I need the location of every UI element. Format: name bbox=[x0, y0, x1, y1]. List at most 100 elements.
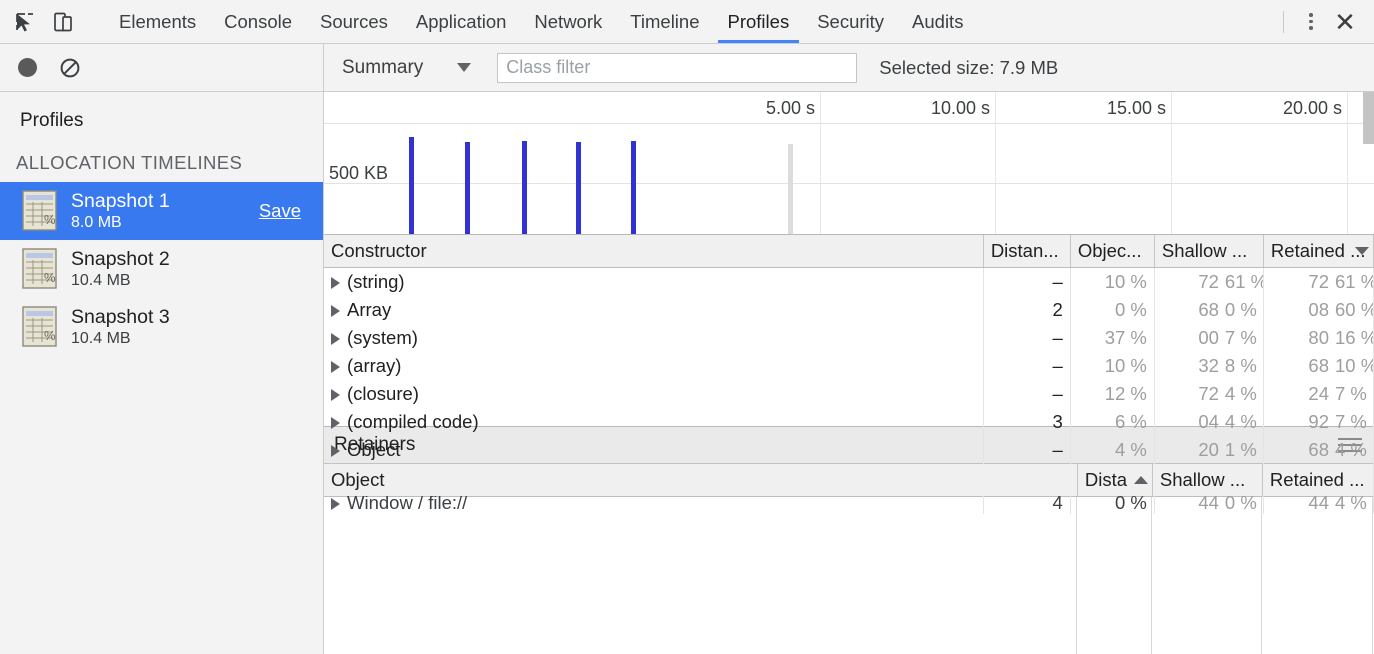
overview-y-axis-label: 500 KB bbox=[329, 163, 389, 183]
row-retained-pct: 4 % bbox=[1335, 439, 1367, 460]
row-retained-value: 92 bbox=[1308, 411, 1329, 432]
tab-sources[interactable]: Sources bbox=[306, 0, 402, 43]
row-constructor-name[interactable]: Array bbox=[324, 296, 984, 324]
snapshot-1-name: Snapshot 1 bbox=[71, 189, 170, 212]
row-retained-pct: 16 % bbox=[1335, 327, 1374, 348]
tab-application[interactable]: Application bbox=[402, 0, 521, 43]
row-retained-size: 68 10 % bbox=[1263, 352, 1374, 380]
save-link[interactable]: Save bbox=[259, 200, 309, 222]
tab-security[interactable]: Security bbox=[803, 0, 898, 43]
view-selector[interactable]: Summary bbox=[342, 57, 481, 79]
expand-triangle-icon[interactable] bbox=[331, 445, 340, 457]
snapshot-1-size: 8.0 MB bbox=[71, 213, 122, 231]
record-icon[interactable] bbox=[18, 58, 37, 77]
column-header-retainer-distance[interactable]: Dista bbox=[1077, 463, 1153, 497]
allocation-bar-collected bbox=[788, 144, 793, 234]
profiles-main: 5.00 s 10.00 s 15.00 s 20.00 s 25.00 s 3… bbox=[324, 92, 1374, 654]
constructor-label: (compiled code) bbox=[347, 411, 479, 432]
expand-triangle-icon[interactable] bbox=[331, 361, 340, 373]
row-constructor-name[interactable]: (closure) bbox=[324, 380, 984, 408]
devtools-window: Elements Console Sources Application Net… bbox=[0, 0, 1374, 654]
column-header-retainer-retained[interactable]: Retained ... bbox=[1262, 463, 1374, 497]
row-distance: – bbox=[983, 324, 1071, 352]
row-shallow-value: 04 bbox=[1198, 411, 1219, 432]
expand-triangle-icon[interactable] bbox=[331, 277, 340, 289]
column-header-constructor[interactable]: Constructor bbox=[324, 235, 984, 268]
tab-console[interactable]: Console bbox=[210, 0, 306, 43]
row-objects-pct: 10 % bbox=[1070, 352, 1155, 380]
row-constructor-name[interactable]: (string) bbox=[324, 267, 984, 296]
expand-triangle-icon[interactable] bbox=[331, 498, 340, 510]
row-objects-pct: 0 % bbox=[1070, 296, 1155, 324]
table-row[interactable]: (array) – 10 % 32 8 % 68 10 % bbox=[324, 352, 1374, 380]
clear-icon[interactable] bbox=[59, 57, 81, 79]
expand-triangle-icon[interactable] bbox=[331, 417, 340, 429]
constructors-grid: Constructor Distan... Objec... Shallow .… bbox=[324, 235, 1374, 514]
table-row[interactable]: Array 2 0 % 68 0 % 08 60 % bbox=[324, 296, 1374, 324]
snapshot-2-text: Snapshot 2 10.4 MB bbox=[71, 248, 170, 290]
toggle-device-toolbar-icon[interactable] bbox=[48, 7, 78, 37]
table-row[interactable]: (compiled code) 3 6 % 04 4 % 92 7 % bbox=[324, 408, 1374, 436]
overview-plot-area: 500 KB bbox=[324, 124, 1374, 234]
row-constructor-name[interactable]: (array) bbox=[324, 352, 984, 380]
tab-audits[interactable]: Audits bbox=[898, 0, 977, 43]
expand-triangle-icon[interactable] bbox=[331, 333, 340, 345]
row-distance: – bbox=[983, 380, 1071, 408]
row-shallow-pct: 4 % bbox=[1224, 383, 1257, 404]
tab-profiles[interactable]: Profiles bbox=[714, 0, 804, 43]
row-shallow-size: 04 4 % bbox=[1154, 408, 1264, 436]
table-row[interactable]: (closure) – 12 % 72 4 % 24 7 % bbox=[324, 380, 1374, 408]
allocation-overview-chart[interactable]: 5.00 s 10.00 s 15.00 s 20.00 s 25.00 s 3… bbox=[324, 92, 1374, 235]
column-header-shallow-size[interactable]: Shallow ... bbox=[1154, 235, 1264, 268]
overview-tick-label: 15.00 s bbox=[1106, 98, 1166, 118]
column-header-objects[interactable]: Objec... bbox=[1070, 235, 1155, 268]
allocation-bar bbox=[409, 137, 414, 234]
allocation-bar bbox=[576, 142, 581, 234]
column-header-retained-size[interactable]: Retained ... bbox=[1263, 235, 1374, 268]
row-shallow-value: 20 bbox=[1198, 439, 1219, 460]
retainers-grid: Object Dista Shallow ... Retained ... bbox=[324, 463, 1374, 654]
column-header-object[interactable]: Object bbox=[324, 463, 1078, 497]
column-header-retainer-shallow[interactable]: Shallow ... bbox=[1152, 463, 1263, 497]
sidebar-item-snapshot-3[interactable]: % Snapshot 3 10.4 MB bbox=[0, 298, 323, 356]
profiles-toolbar: Summary Selected size: 7.9 MB bbox=[0, 44, 1374, 92]
profiles-body: Profiles ALLOCATION TIMELINES % Snapshot… bbox=[0, 92, 1374, 654]
profiles-sidebar: Profiles ALLOCATION TIMELINES % Snapshot… bbox=[0, 92, 324, 654]
row-retained-value: 68 bbox=[1308, 355, 1329, 376]
row-shallow-value: 00 bbox=[1198, 327, 1219, 348]
row-shallow-value: 72 bbox=[1198, 383, 1219, 404]
snapshot-icon: % bbox=[22, 248, 58, 290]
tab-elements[interactable]: Elements bbox=[105, 0, 210, 43]
sidebar-item-snapshot-1[interactable]: % Snapshot 1 8.0 MB Save bbox=[0, 182, 323, 240]
close-icon[interactable]: ✕ bbox=[1328, 5, 1362, 39]
row-constructor-name[interactable]: (compiled code) bbox=[324, 408, 984, 436]
row-constructor-name[interactable]: Object bbox=[324, 436, 984, 464]
table-row[interactable]: Object – 4 % 20 1 % 68 4 % bbox=[324, 436, 1374, 464]
tabbar-left-icons bbox=[0, 0, 105, 43]
row-shallow-pct: 4 % bbox=[1224, 411, 1257, 432]
chevron-down-icon bbox=[457, 63, 472, 72]
more-options-icon[interactable] bbox=[1296, 7, 1326, 37]
row-shallow-pct: 61 % bbox=[1224, 271, 1264, 292]
row-retained-pct: 10 % bbox=[1335, 355, 1374, 376]
table-row[interactable]: (string) – 10 % 72 61 % 72 61 % bbox=[324, 267, 1374, 296]
row-objects-pct: 37 % bbox=[1070, 324, 1155, 352]
tab-timeline[interactable]: Timeline bbox=[616, 0, 713, 43]
expand-triangle-icon[interactable] bbox=[331, 389, 340, 401]
overview-scrollbar[interactable] bbox=[1363, 92, 1374, 144]
constructor-label: (string) bbox=[347, 271, 405, 292]
row-retained-size: 24 7 % bbox=[1263, 380, 1374, 408]
allocation-bar bbox=[631, 141, 636, 234]
row-constructor-name[interactable]: (system) bbox=[324, 324, 984, 352]
table-row[interactable]: (system) – 37 % 00 7 % 80 16 % bbox=[324, 324, 1374, 352]
retainers-col-shallow-fill bbox=[1152, 496, 1262, 654]
sidebar-item-snapshot-2[interactable]: % Snapshot 2 10.4 MB bbox=[0, 240, 323, 298]
allocation-bar bbox=[465, 142, 470, 234]
expand-triangle-icon[interactable] bbox=[331, 305, 340, 317]
row-shallow-value: 32 bbox=[1198, 355, 1219, 376]
row-shallow-pct: 8 % bbox=[1224, 355, 1257, 376]
column-header-distance[interactable]: Distan... bbox=[983, 235, 1071, 268]
inspect-element-icon[interactable] bbox=[10, 7, 40, 37]
class-filter-input[interactable] bbox=[497, 52, 858, 83]
tab-network[interactable]: Network bbox=[520, 0, 616, 43]
